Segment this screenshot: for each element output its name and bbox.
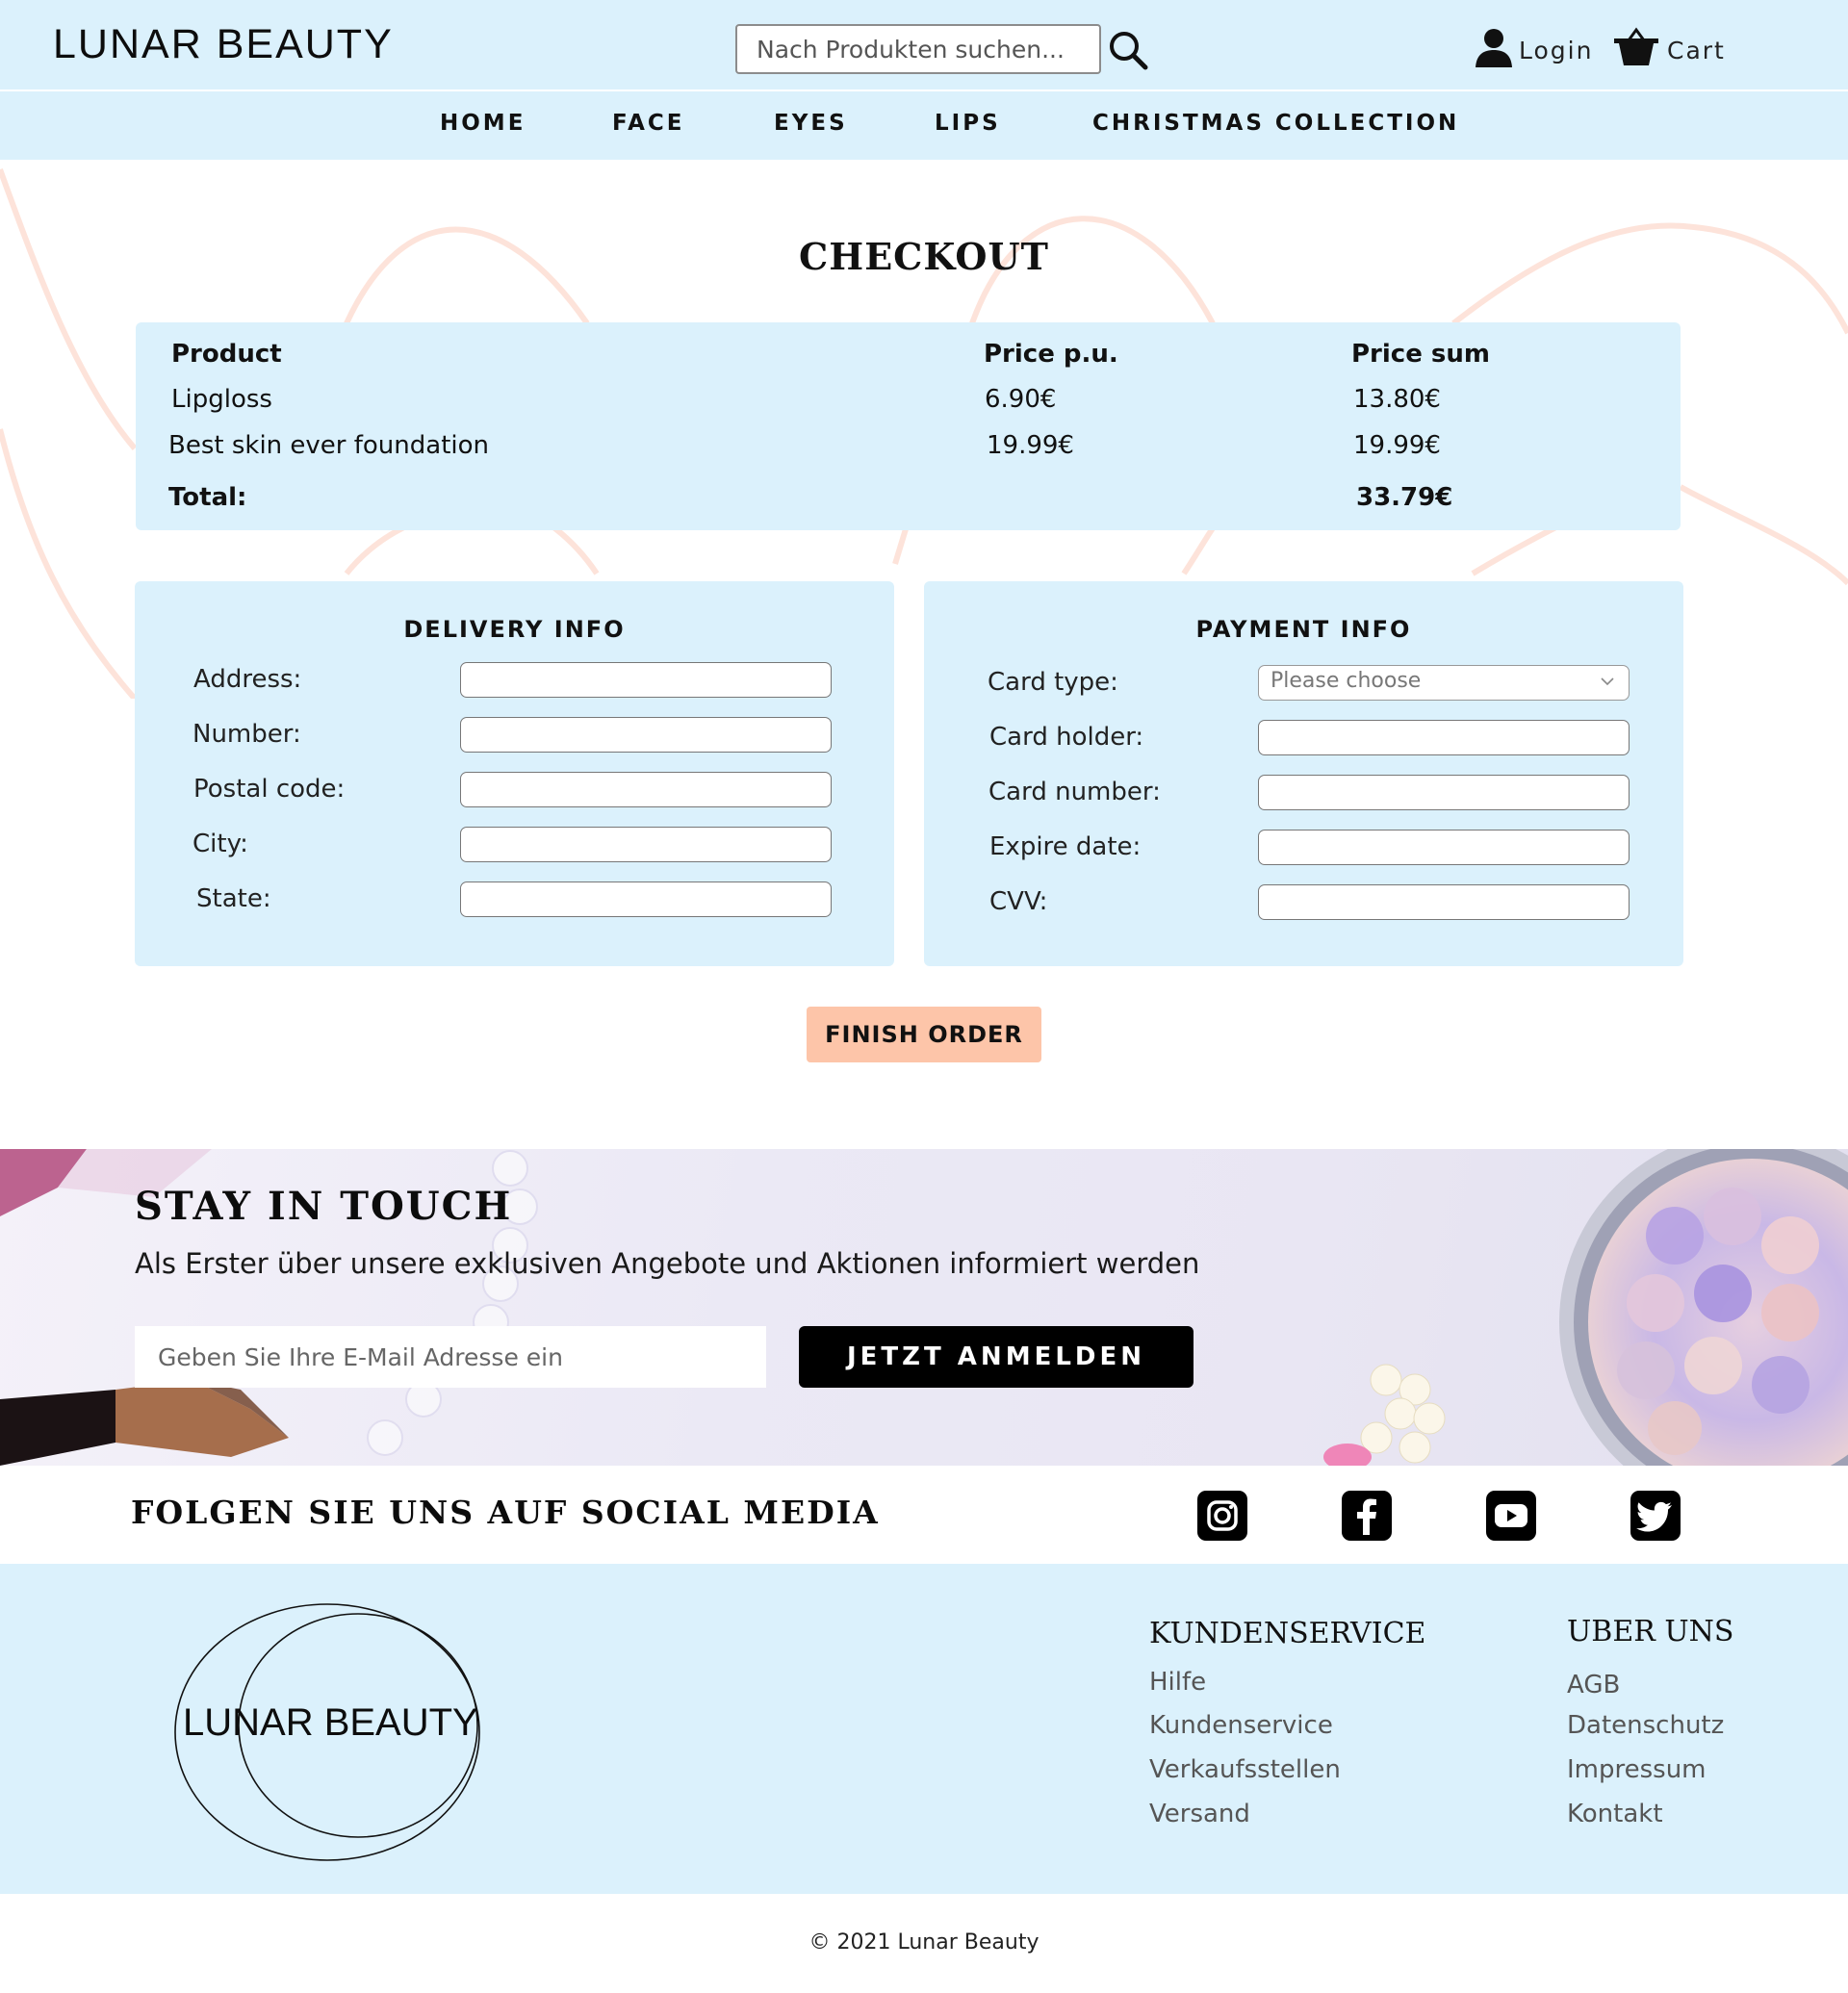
footer-link-verkaufsstellen[interactable]: Verkaufsstellen bbox=[1149, 1755, 1341, 1784]
footer: LUNAR BEAUTY KUNDENSERVICE Hilfe Kundens… bbox=[0, 1564, 1848, 1894]
cart-icon[interactable] bbox=[1613, 27, 1659, 67]
total-value: 33.79€ bbox=[1356, 483, 1453, 512]
total-label: Total: bbox=[168, 483, 247, 512]
footer-link-impressum[interactable]: Impressum bbox=[1567, 1755, 1707, 1784]
postal-code-label: Postal code: bbox=[193, 775, 346, 804]
newsletter-title: STAY IN TOUCH bbox=[135, 1184, 513, 1229]
card-type-value: Please choose bbox=[1270, 669, 1422, 693]
finish-order-button[interactable]: FINISH ORDER bbox=[807, 1007, 1041, 1062]
state-label: State: bbox=[196, 884, 271, 913]
nav-eyes[interactable]: EYES bbox=[774, 111, 848, 136]
card-number-label: Card number: bbox=[988, 778, 1161, 806]
payment-title: PAYMENT INFO bbox=[1195, 616, 1412, 643]
footer-link-agb[interactable]: AGB bbox=[1567, 1671, 1620, 1699]
card-type-label: Card type: bbox=[988, 668, 1118, 697]
nav-face[interactable]: FACE bbox=[612, 111, 684, 136]
number-label: Number: bbox=[192, 720, 301, 749]
footer-link-datenschutz[interactable]: Datenschutz bbox=[1567, 1711, 1724, 1740]
postal-code-field[interactable] bbox=[460, 772, 832, 807]
ueber-uns-heading: UBER UNS bbox=[1567, 1615, 1734, 1648]
newsletter-email-input[interactable] bbox=[135, 1326, 766, 1388]
order-summary: Product Price p.u. Price sum Lipgloss 6.… bbox=[136, 322, 1681, 530]
main-nav: HOME FACE EYES LIPS CHRISTMAS COLLECTION bbox=[0, 91, 1848, 160]
delivery-panel: DELIVERY INFO Address: Number: Postal co… bbox=[135, 581, 894, 966]
card-number-field[interactable] bbox=[1258, 775, 1630, 810]
card-holder-label: Card holder: bbox=[989, 723, 1144, 752]
footer-link-hilfe[interactable]: Hilfe bbox=[1149, 1668, 1206, 1697]
chevron-down-icon bbox=[1601, 677, 1614, 686]
footer-link-versand[interactable]: Versand bbox=[1149, 1800, 1250, 1828]
footer-link-kundenservice[interactable]: Kundenservice bbox=[1149, 1711, 1333, 1740]
footer-logo-text[interactable]: LUNAR BEAUTY bbox=[183, 1701, 478, 1745]
newsletter-subtitle: Als Erster über unsere exklusiven Angebo… bbox=[135, 1247, 1200, 1280]
delivery-title: DELIVERY INFO bbox=[403, 616, 626, 643]
nav-home[interactable]: HOME bbox=[440, 111, 526, 136]
address-label: Address: bbox=[193, 665, 302, 694]
card-type-select[interactable]: Please choose bbox=[1258, 665, 1630, 701]
cvv-label: CVV: bbox=[989, 887, 1048, 916]
login-link[interactable]: Login bbox=[1519, 37, 1593, 64]
col-header-product: Product bbox=[171, 340, 282, 369]
youtube-icon[interactable] bbox=[1486, 1491, 1536, 1541]
copyright: © 2021 Lunar Beauty bbox=[808, 1930, 1040, 1955]
nav-christmas-collection[interactable]: CHRISTMAS COLLECTION bbox=[1092, 111, 1459, 136]
expire-date-label: Expire date: bbox=[989, 832, 1142, 861]
user-icon[interactable] bbox=[1475, 27, 1513, 67]
cart-link[interactable]: Cart bbox=[1667, 37, 1726, 64]
twitter-icon[interactable] bbox=[1630, 1491, 1681, 1541]
search-input[interactable] bbox=[737, 26, 1099, 72]
city-field[interactable] bbox=[460, 827, 832, 862]
kundenservice-heading: KUNDENSERVICE bbox=[1149, 1617, 1426, 1650]
payment-panel: PAYMENT INFO Card type: Please choose Ca… bbox=[924, 581, 1683, 966]
cvv-field[interactable] bbox=[1258, 884, 1630, 920]
expire-date-field[interactable] bbox=[1258, 830, 1630, 865]
subscribe-button[interactable]: JETZT ANMELDEN bbox=[799, 1326, 1194, 1388]
col-header-price-sum: Price sum bbox=[1351, 340, 1490, 369]
row-product: Lipgloss bbox=[171, 385, 272, 414]
newsletter-section: STAY IN TOUCH Als Erster über unsere exk… bbox=[0, 1149, 1848, 1466]
row-price-pu: 6.90€ bbox=[985, 385, 1057, 414]
nav-lips[interactable]: LIPS bbox=[935, 111, 1001, 136]
social-title: FOLGEN SIE UNS AUF SOCIAL MEDIA bbox=[131, 1494, 880, 1531]
footer-link-kontakt[interactable]: Kontakt bbox=[1567, 1800, 1663, 1828]
row-price-pu: 19.99€ bbox=[987, 431, 1074, 460]
state-field[interactable] bbox=[460, 882, 832, 917]
row-price-sum: 13.80€ bbox=[1353, 385, 1441, 414]
card-holder-field[interactable] bbox=[1258, 720, 1630, 755]
city-label: City: bbox=[192, 830, 248, 858]
top-bar: LUNAR BEAUTY Login Cart bbox=[0, 0, 1848, 89]
brand-logo[interactable]: LUNAR BEAUTY bbox=[53, 21, 394, 68]
facebook-icon[interactable] bbox=[1342, 1491, 1392, 1541]
row-product: Best skin ever foundation bbox=[168, 431, 489, 460]
row-price-sum: 19.99€ bbox=[1353, 431, 1441, 460]
address-field[interactable] bbox=[460, 662, 832, 698]
instagram-icon[interactable] bbox=[1197, 1491, 1247, 1541]
page-title: CHECKOUT bbox=[799, 235, 1049, 278]
search-box[interactable] bbox=[735, 24, 1101, 74]
col-header-price-pu: Price p.u. bbox=[984, 340, 1118, 369]
search-icon[interactable] bbox=[1107, 29, 1149, 71]
number-field[interactable] bbox=[460, 717, 832, 753]
